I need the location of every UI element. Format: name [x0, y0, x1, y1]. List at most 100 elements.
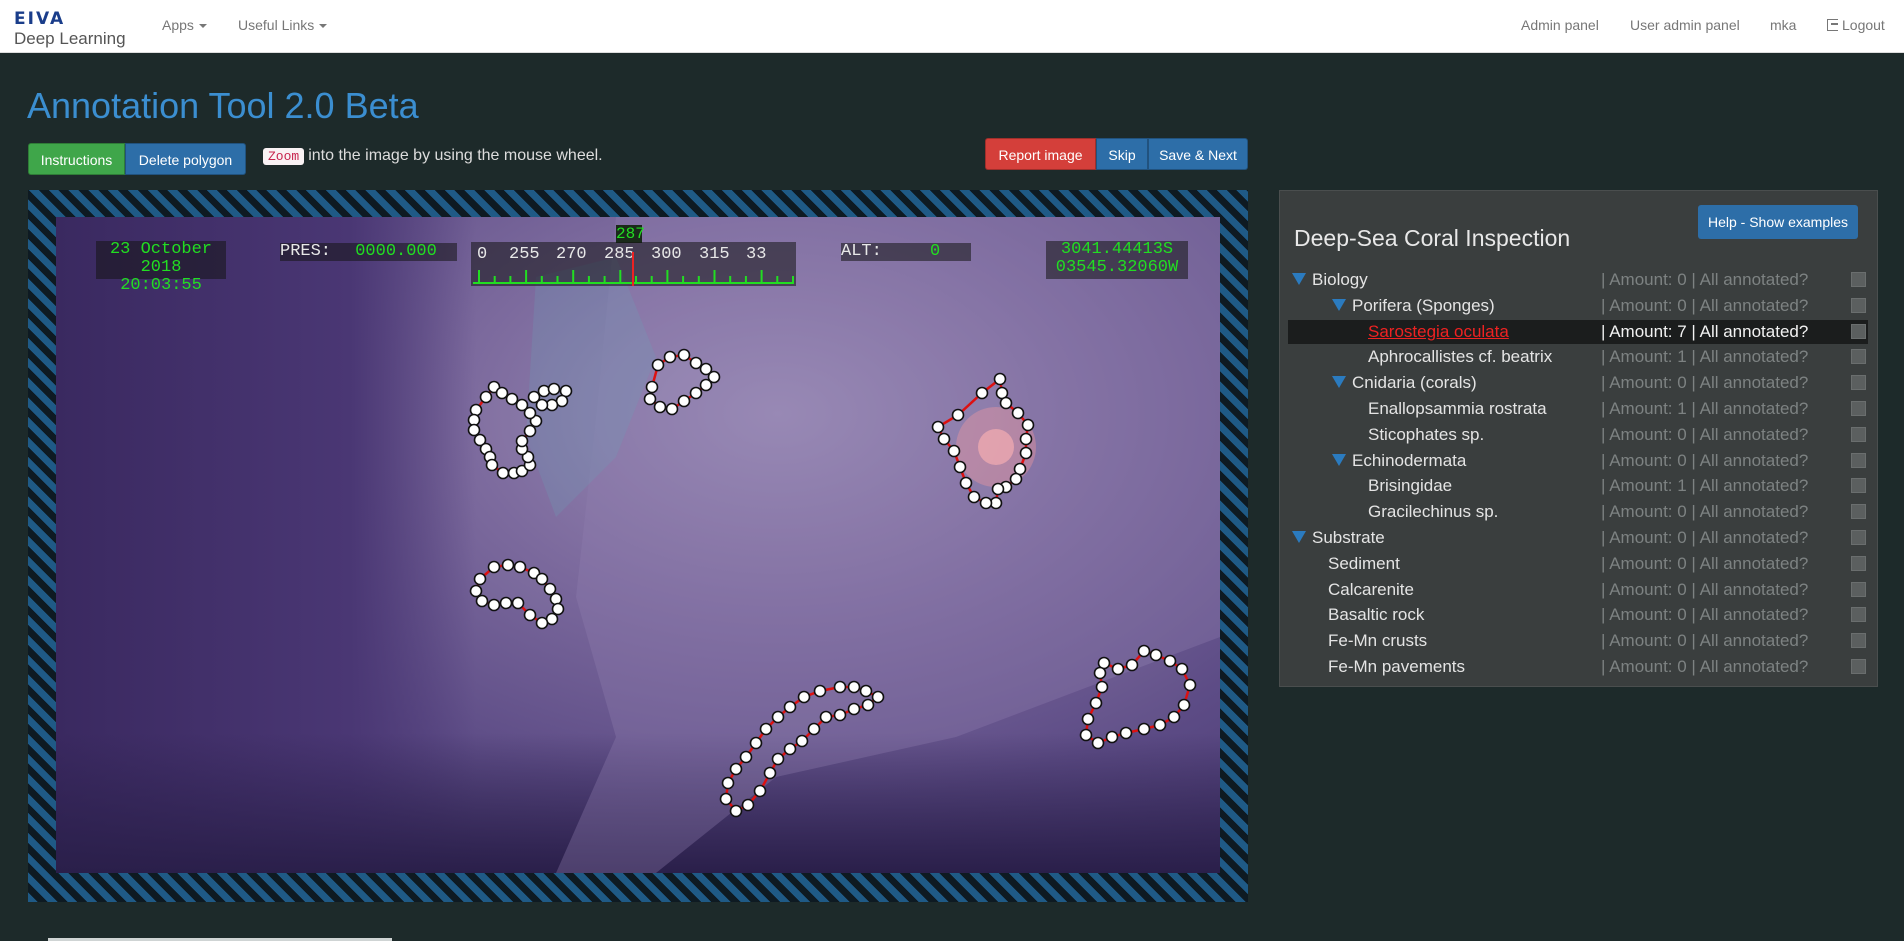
polygon-vertex-handle[interactable]: [473, 572, 487, 586]
all-annotated-checkbox[interactable]: [1851, 452, 1866, 468]
skip-button[interactable]: Skip: [1096, 138, 1148, 170]
expand-toggle-icon[interactable]: [1332, 376, 1346, 389]
tree-node[interactable]: Porifera (Sponges) | Amount: 0 | All anno…: [1288, 294, 1868, 318]
polygon-vertex-handle[interactable]: [721, 776, 735, 790]
polygon-vertex-handle[interactable]: [689, 356, 703, 370]
polygon-vertex-handle[interactable]: [677, 348, 691, 362]
polygon-vertex-handle[interactable]: [741, 798, 755, 812]
polygon-vertex-handle[interactable]: [1137, 644, 1151, 658]
delete-polygon-button[interactable]: Delete polygon: [125, 143, 246, 175]
tree-node[interactable]: Fe-Mn pavements | Amount: 0 | All annotat…: [1288, 655, 1868, 679]
polygon-vertex-handle[interactable]: [475, 594, 489, 608]
polygon-vertex-handle[interactable]: [819, 710, 833, 724]
polygon-vertex-handle[interactable]: [547, 382, 561, 396]
polygon-vertex-handle[interactable]: [871, 690, 885, 704]
polygon-vertex-handle[interactable]: [543, 582, 557, 596]
all-annotated-checkbox[interactable]: [1851, 659, 1866, 674]
tree-node[interactable]: Calcarenite | Amount: 0 | All annotated?: [1288, 578, 1868, 602]
polygon-vertex-handle[interactable]: [947, 444, 961, 458]
tree-node[interactable]: Brisingidae | Amount: 1 | All annotated?: [1288, 474, 1868, 498]
polygon-vertex-handle[interactable]: [487, 560, 501, 574]
polygon-vertex-handle[interactable]: [469, 584, 483, 598]
polygon-vertex-handle[interactable]: [485, 458, 499, 472]
tree-node[interactable]: Fe-Mn crusts | Amount: 0 | All annotated?: [1288, 629, 1868, 653]
annotation-polygon[interactable]: [474, 563, 560, 625]
tree-node[interactable]: Echinodermata | Amount: 0 | All annotated…: [1288, 449, 1868, 473]
polygon-vertex-handle[interactable]: [847, 680, 861, 694]
polygon-vertex-handle[interactable]: [549, 592, 563, 606]
polygon-vertex-handle[interactable]: [643, 392, 657, 406]
tree-node-label[interactable]: Calcarenite: [1328, 580, 1414, 600]
polygon-vertex-handle[interactable]: [551, 602, 565, 616]
polygon-vertex-handle[interactable]: [501, 558, 515, 572]
polygon-vertex-handle[interactable]: [505, 392, 519, 406]
all-annotated-checkbox[interactable]: [1851, 426, 1866, 442]
polygon-vertex-handle[interactable]: [523, 608, 537, 622]
tree-node-label[interactable]: Enallopsammia rostrata: [1368, 399, 1547, 419]
polygon-vertex-handle[interactable]: [807, 722, 821, 736]
tree-node-label[interactable]: Cnidaria (corals): [1352, 373, 1477, 393]
polygon-vertex-handle[interactable]: [1177, 698, 1191, 712]
tree-node-label[interactable]: Sticophates sp.: [1368, 425, 1484, 445]
polygon-vertex-handle[interactable]: [783, 700, 797, 714]
user-menu[interactable]: mka: [1770, 17, 1796, 33]
polygon-vertex-handle[interactable]: [999, 396, 1013, 410]
expand-toggle-icon[interactable]: [1332, 453, 1346, 466]
polygon-vertex-handle[interactable]: [967, 490, 981, 504]
all-annotated-checkbox[interactable]: [1851, 401, 1866, 416]
polygon-vertex-handle[interactable]: [753, 784, 767, 798]
expand-toggle-icon[interactable]: [1332, 298, 1346, 311]
polygon-vertex-handle[interactable]: [937, 432, 951, 446]
polygon-vertex-handle[interactable]: [513, 560, 527, 574]
polygon-vertex-handle[interactable]: [469, 403, 483, 417]
polygon-vertex-handle[interactable]: [797, 690, 811, 704]
polygon-vertex-handle[interactable]: [1021, 418, 1035, 432]
polygon-vertex-handle[interactable]: [1095, 680, 1109, 694]
polygon-vertex-handle[interactable]: [1079, 728, 1093, 742]
expand-toggle-icon[interactable]: [1292, 273, 1306, 285]
report-image-button[interactable]: Report image: [985, 138, 1096, 170]
all-annotated-checkbox[interactable]: [1851, 272, 1866, 287]
polygon-vertex-handle[interactable]: [535, 616, 549, 630]
polygon-vertex-handle[interactable]: [763, 766, 777, 780]
admin-panel-link[interactable]: Admin panel: [1521, 17, 1599, 33]
polygon-vertex-handle[interactable]: [1009, 472, 1023, 486]
polygon-vertex-handle[interactable]: [499, 596, 513, 610]
polygon-vertex-handle[interactable]: [699, 378, 713, 392]
polygon-vertex-handle[interactable]: [749, 736, 763, 750]
polygon-vertex-handle[interactable]: [953, 460, 967, 474]
tree-node[interactable]: Gracilechinus sp. | Amount: 0 | All annot…: [1288, 500, 1868, 524]
tree-node-label[interactable]: Brisingidae: [1368, 476, 1452, 496]
polygon-vertex-handle[interactable]: [665, 402, 679, 416]
polygon-vertex-handle[interactable]: [537, 384, 551, 398]
all-annotated-checkbox[interactable]: [1851, 555, 1866, 571]
tree-node-label[interactable]: Fe-Mn pavements: [1328, 657, 1465, 677]
tree-node-label[interactable]: Basaltic rock: [1328, 605, 1424, 625]
polygon-vertex-handle[interactable]: [991, 482, 1005, 496]
polygon-vertex-handle[interactable]: [859, 684, 873, 698]
polygon-vertex-handle[interactable]: [467, 423, 481, 437]
polygon-vertex-handle[interactable]: [511, 596, 525, 610]
tree-node-label[interactable]: Substrate: [1312, 528, 1385, 548]
all-annotated-checkbox[interactable]: [1851, 530, 1866, 545]
polygon-vertex-handle[interactable]: [1089, 696, 1103, 710]
tree-node-label[interactable]: Echinodermata: [1352, 451, 1466, 471]
polygon-vertex-handle[interactable]: [729, 804, 743, 818]
tree-node[interactable]: Sediment | Amount: 0 | All annotated?: [1288, 552, 1868, 576]
polygon-vertex-handle[interactable]: [833, 680, 847, 694]
polygon-vertex-handle[interactable]: [847, 702, 861, 716]
tree-node[interactable]: Sarostegia oculata | Amount: 7 | All anno…: [1288, 319, 1868, 344]
all-annotated-checkbox[interactable]: [1851, 375, 1866, 391]
polygon-vertex-handle[interactable]: [1105, 730, 1119, 744]
all-annotated-checkbox[interactable]: [1851, 323, 1866, 339]
polygon-vertex-handle[interactable]: [719, 792, 733, 806]
polygon-vertex-handle[interactable]: [771, 710, 785, 724]
all-annotated-checkbox[interactable]: [1851, 607, 1866, 623]
polygon-vertex-handle[interactable]: [1149, 648, 1163, 662]
help-show-examples-button[interactable]: Help - Show examples: [1698, 205, 1858, 239]
polygon-vertex-handle[interactable]: [783, 742, 797, 756]
polygon-vertex-handle[interactable]: [487, 598, 501, 612]
tree-node-label[interactable]: Porifera (Sponges): [1352, 296, 1495, 316]
polygon-vertex-handle[interactable]: [645, 380, 659, 394]
apps-dropdown[interactable]: Apps: [162, 17, 207, 33]
